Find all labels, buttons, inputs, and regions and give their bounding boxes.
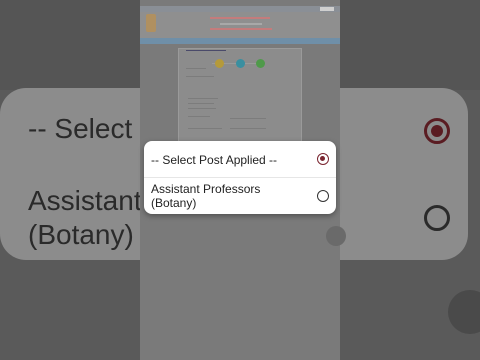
- form-field-line: [188, 98, 218, 99]
- radio-unselected-icon[interactable]: [317, 190, 329, 202]
- site-header: [140, 12, 340, 38]
- top-bar-button: [320, 7, 334, 11]
- zoomed-radio-unselected-icon: [424, 205, 450, 231]
- form-field-line: [188, 128, 222, 129]
- background-page-left: [0, 0, 140, 90]
- zoomed-option-1-text: -- Select: [28, 113, 133, 144]
- radio-selected-icon[interactable]: [317, 153, 329, 165]
- header-notice-line: [210, 28, 272, 30]
- form-field-line: [230, 128, 266, 129]
- option-select-post-applied[interactable]: -- Select Post Applied --: [144, 141, 336, 178]
- nav-band: [140, 38, 340, 44]
- option-assistant-professors-botany[interactable]: Assistant Professors (Botany): [144, 178, 336, 214]
- option-label: Assistant Professors (Botany): [151, 182, 261, 210]
- form-title-line: [186, 50, 226, 51]
- form-field-line: [186, 76, 214, 77]
- form-field-line: [188, 108, 216, 109]
- header-title-line: [210, 17, 270, 19]
- scroll-button[interactable]: [326, 226, 346, 246]
- form-field-line: [186, 68, 206, 69]
- header-subtitle-line: [220, 23, 262, 25]
- zoomed-radio-selected-icon: [424, 118, 450, 144]
- post-applied-select-dialog: -- Select Post Applied -- Assistant Prof…: [144, 141, 336, 214]
- step-1-indicator: [215, 59, 224, 68]
- form-field-line: [188, 116, 210, 117]
- form-field-line: [230, 118, 266, 119]
- background-page-right: [340, 0, 480, 90]
- step-2-indicator: [236, 59, 245, 68]
- option-label: -- Select Post Applied --: [151, 153, 278, 167]
- emblem-logo-icon: [146, 14, 156, 32]
- zoomed-option-2-text: Assistant (Botany): [28, 185, 142, 250]
- step-3-indicator: [256, 59, 265, 68]
- form-field-line: [188, 103, 214, 104]
- screen: -- Select Assistant (Botany) -- Select P…: [0, 0, 480, 360]
